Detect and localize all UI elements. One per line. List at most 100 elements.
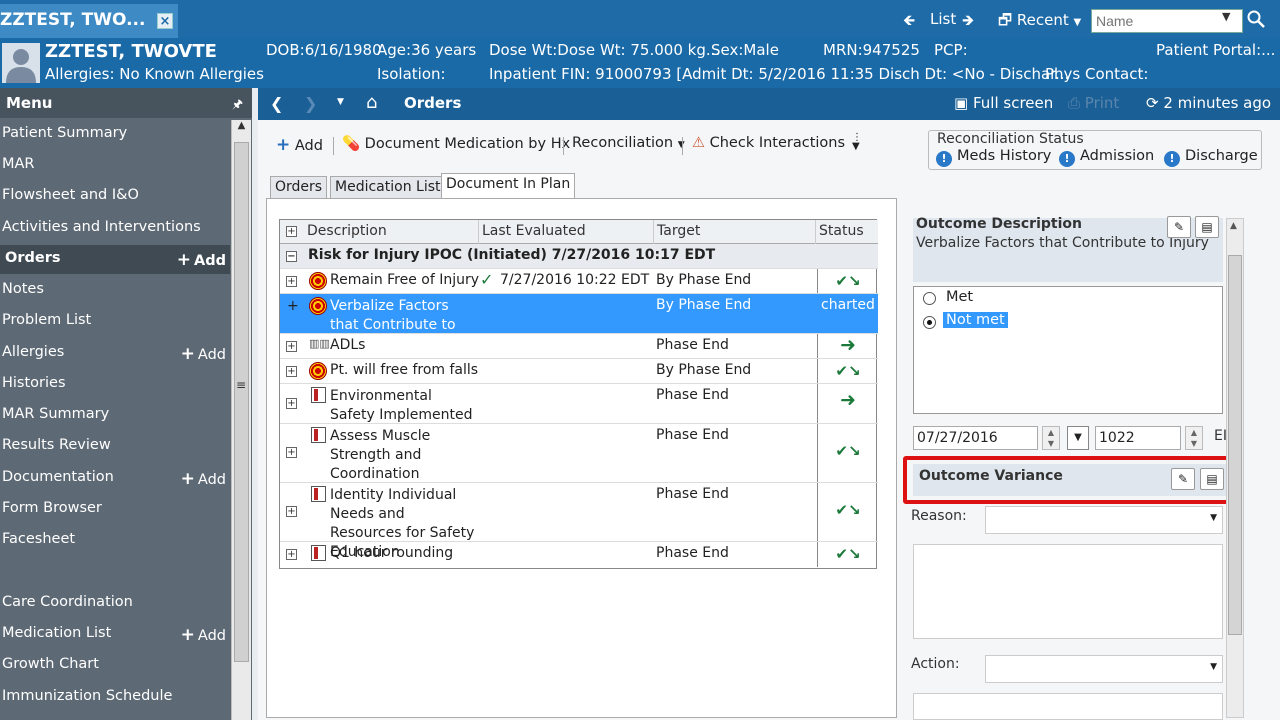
list-forward-button[interactable]: 🡺 [962, 10, 974, 35]
not-met-label[interactable]: Not met [943, 312, 1008, 328]
edit-icon[interactable]: ✎ [1167, 216, 1191, 238]
group-row[interactable]: − Risk for Injury IPOC (Initiated) 7/27/… [280, 244, 878, 269]
close-tab-button[interactable]: × [157, 13, 173, 29]
toolbar-overflow-icon[interactable]: ⋮ ▼ [852, 133, 862, 152]
outcome-scrollbar[interactable]: ▲ [1226, 218, 1244, 718]
menu-item-mar-summary[interactable]: MAR Summary [0, 401, 230, 430]
tab-medication-list[interactable]: Medication List [330, 176, 446, 198]
tab-document-in-plan[interactable]: Document In Plan [441, 173, 576, 199]
allergies-add-button[interactable]: + Add [181, 344, 226, 364]
menu-item-medication-list[interactable]: Medication List + Add [0, 620, 230, 649]
table-row[interactable]: + ▥▥ ADLs Phase End ➜ [280, 334, 878, 359]
discharge-status[interactable]: ! Discharge [1164, 148, 1258, 167]
header-last-evaluated[interactable]: Last Evaluated [482, 223, 586, 239]
list-back-button[interactable]: 🡸 [903, 10, 915, 35]
header-description[interactable]: Description [307, 223, 387, 239]
tab-orders[interactable]: Orders [270, 176, 328, 198]
date-spinner[interactable]: ▲ ▼ [1042, 426, 1060, 450]
date-field[interactable]: 07/27/2016 [913, 426, 1038, 450]
details-icon[interactable]: ▤ [1195, 216, 1219, 238]
expand-icon[interactable]: + [286, 276, 297, 287]
menu-item-flowsheet[interactable]: Flowsheet and I&O [0, 182, 230, 211]
menu-scrollbar[interactable]: ▲ [231, 120, 251, 720]
menu-item-notes[interactable]: Notes [0, 276, 230, 305]
table-row[interactable]: + Q1 hour rounding Phase End ✔↘ [280, 542, 878, 568]
name-dropdown-chevron-icon[interactable]: ▼ [1222, 10, 1230, 23]
menu-item-growth-chart[interactable]: Growth Chart [0, 651, 230, 680]
medication-list-add-button[interactable]: + Add [181, 625, 226, 645]
outcome-scroll-thumb[interactable] [1228, 255, 1242, 635]
table-row[interactable]: + Remain Free of Injury ✓ 7/27/2016 10:2… [280, 269, 878, 294]
admission-status[interactable]: ! Admission [1059, 148, 1154, 167]
home-icon[interactable]: ⌂ [366, 92, 377, 113]
not-met-radio[interactable] [923, 316, 936, 329]
allergies-text[interactable]: Allergies: No Known Allergies [45, 65, 264, 83]
action-comment-textarea[interactable] [913, 693, 1223, 720]
header-status[interactable]: Status [819, 223, 864, 239]
patient-portal-text[interactable]: Patient Portal:... [1156, 41, 1275, 59]
search-icon[interactable] [1245, 8, 1267, 30]
patient-name[interactable]: ZZTEST, TWOVTE [45, 41, 217, 62]
documentation-add-button[interactable]: + Add [181, 469, 226, 489]
table-row[interactable]: + Verbalize Factors that Contribute to I… [280, 294, 878, 352]
menu-item-allergies[interactable]: Allergies + Add [0, 339, 230, 368]
menu-item-care-coordination[interactable]: Care Coordination [0, 589, 230, 618]
resize-grip-icon[interactable]: ≡ [236, 378, 246, 392]
calendar-dropdown-icon[interactable]: ▼ [1067, 426, 1089, 450]
expand-icon[interactable]: + [286, 398, 297, 409]
time-spinner[interactable]: ▲ ▼ [1185, 426, 1203, 450]
edit-icon[interactable]: ✎ [1171, 468, 1195, 490]
expand-all-icon[interactable]: + [286, 226, 297, 237]
menu-scroll-thumb[interactable] [234, 142, 249, 662]
expand-icon[interactable]: + [286, 549, 297, 560]
expand-icon[interactable]: + [286, 366, 297, 377]
menu-item-activities[interactable]: Activities and Interventions [0, 214, 230, 243]
list-label[interactable]: List [930, 10, 956, 28]
refresh-button[interactable]: ⟳ 2 minutes ago [1146, 94, 1271, 112]
time-field[interactable]: 1022 [1095, 426, 1181, 450]
print-button[interactable]: ⎙ Print [1068, 94, 1119, 112]
table-row[interactable]: + Environmental Safety Implemented Phase… [280, 384, 878, 424]
details-icon[interactable]: ▤ [1200, 468, 1224, 490]
pin-icon[interactable]: 🖈 [232, 95, 243, 116]
scroll-up-icon[interactable]: ▲ [1230, 221, 1237, 231]
scroll-up-icon[interactable]: ▲ [232, 120, 251, 138]
menu-item-patient-summary[interactable]: Patient Summary [0, 120, 230, 149]
full-screen-button[interactable]: ▣ Full screen [954, 94, 1053, 112]
patient-tab[interactable]: ZZTEST, TWO... [0, 4, 178, 38]
menu-item-histories[interactable]: Histories [0, 370, 230, 399]
menu-item-results-review[interactable]: Results Review [0, 432, 230, 461]
menu-item-form-browser[interactable]: Form Browser [0, 495, 230, 524]
menu-item-documentation[interactable]: Documentation + Add [0, 464, 230, 493]
collapse-icon[interactable]: − [286, 251, 297, 262]
action-dropdown[interactable]: ▼ [985, 655, 1223, 683]
reason-dropdown[interactable]: ▼ [985, 506, 1223, 534]
name-search-input[interactable] [1091, 9, 1243, 33]
forward-icon[interactable]: ❯ [304, 94, 317, 113]
menu-item-facesheet[interactable]: Facesheet [0, 526, 230, 555]
met-label[interactable]: Met [946, 289, 973, 305]
reason-comment-textarea[interactable] [913, 544, 1223, 639]
table-row[interactable]: + Identity Individual Needs and Resource… [280, 483, 878, 560]
menu-item-problem-list[interactable]: Problem List [0, 307, 230, 336]
meds-history-status[interactable]: ! Meds History [936, 148, 1051, 167]
back-icon[interactable]: ❮ [270, 94, 283, 113]
met-radio[interactable] [923, 292, 936, 305]
document-medication-button[interactable]: 💊 Document Medication by Hx [342, 135, 570, 152]
check-interactions-button[interactable]: ⚠ Check Interactions [692, 135, 845, 151]
expand-icon[interactable]: + [286, 341, 297, 352]
reconciliation-dropdown[interactable]: Reconciliation ▼ [572, 135, 685, 151]
menu-item-immunization-schedule[interactable]: Immunization Schedule [0, 683, 230, 712]
table-row[interactable]: + Assess Muscle Strength and Coordinatio… [280, 424, 878, 483]
table-row[interactable]: + Pt. will free from falls By Phase End … [280, 359, 878, 384]
header-target[interactable]: Target [657, 223, 700, 239]
expand-icon[interactable]: + [286, 447, 297, 458]
orders-add-button[interactable]: + Add [177, 250, 226, 270]
recent-dropdown[interactable]: 🗗 Recent ▼ [998, 10, 1081, 35]
add-order-button[interactable]: + Add [276, 135, 323, 155]
menu-item-mar[interactable]: MAR [0, 151, 230, 180]
expand-icon[interactable]: + [287, 298, 299, 314]
menu-item-orders[interactable]: Orders + Add [0, 245, 230, 274]
history-dropdown-icon[interactable]: ▼ [337, 97, 344, 107]
expand-icon[interactable]: + [286, 506, 297, 517]
